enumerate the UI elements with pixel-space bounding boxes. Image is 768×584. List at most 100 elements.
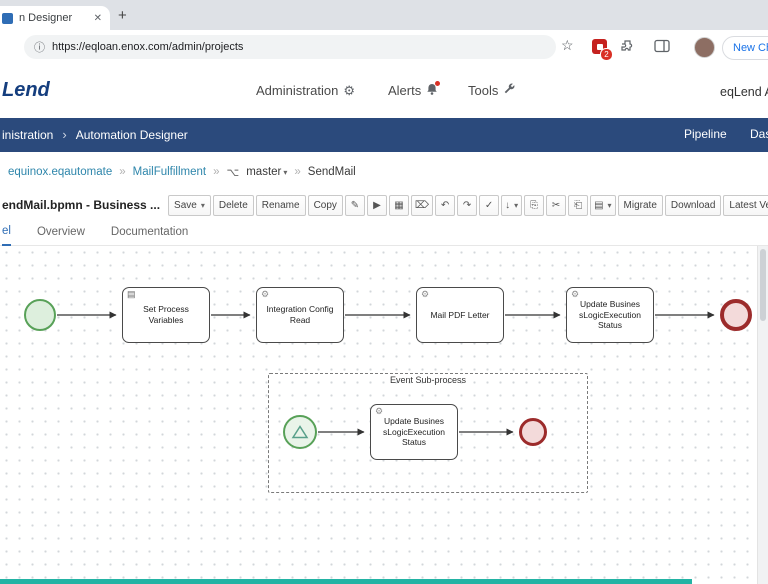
browser-tab[interactable]: n Designer ✕ <box>0 6 110 30</box>
tab-favicon-icon <box>2 12 13 24</box>
git-branch-icon: ⌥ <box>226 166 240 179</box>
profile-avatar[interactable] <box>694 37 715 58</box>
run-icon-button[interactable]: ▶ <box>366 194 387 216</box>
download-button[interactable]: Download <box>664 194 722 216</box>
menu-alerts-label: Alerts <box>388 83 422 98</box>
service-task-gear-icon: ⚙ <box>261 289 270 299</box>
bookmark-star-icon[interactable]: ☆ <box>561 38 574 52</box>
latest-version-dropdown[interactable]: Latest Version▾ <box>723 194 768 216</box>
menu-alerts[interactable]: Alerts <box>388 81 441 98</box>
tab-close-icon[interactable]: ✕ <box>86 13 110 24</box>
latest-version-label: Latest Version <box>729 199 768 211</box>
chevron-right-icon: › <box>62 127 67 142</box>
gear-icon: ⚙ <box>343 83 356 98</box>
trash-icon-button[interactable]: ⌦ <box>410 194 434 216</box>
grid-icon-button[interactable]: ▦ <box>388 194 409 216</box>
save-button[interactable]: Save ▾ <box>168 194 211 216</box>
cut-icon-button[interactable]: ✂ <box>546 194 567 216</box>
bell-icon <box>426 81 441 98</box>
site-info-icon[interactable]: ⓘ <box>34 39 45 55</box>
task-label: Set Process Variables <box>143 304 189 325</box>
new-tab-button[interactable]: + <box>118 7 127 24</box>
export-icon-button[interactable]: ↓ ▾ <box>501 194 523 216</box>
address-bar[interactable]: ⓘ https://eqloan.enox.com/admin/projects <box>24 35 556 59</box>
tab-model[interactable]: el <box>2 225 11 246</box>
menu-tools-label: Tools <box>468 83 499 98</box>
url-text: https://eqloan.enox.com/admin/projects <box>52 41 244 53</box>
copy-button[interactable]: Copy <box>307 194 343 216</box>
menu-administration-label: Administration <box>256 83 339 98</box>
chevron-down-icon: ▾ <box>607 200 612 210</box>
task-label: Update Busines sLogicExecution Status <box>383 416 445 448</box>
validate-icon-button[interactable]: ✓ <box>479 194 500 216</box>
nav-item-pipeline[interactable]: Pipeline <box>684 127 727 141</box>
menu-administration[interactable]: Administration ⚙ <box>256 83 355 98</box>
app-header: Lend Administration ⚙ Alerts Tools eqLen… <box>0 64 768 118</box>
redo-icon-button[interactable]: ↷ <box>457 194 478 216</box>
subprocess-end-event[interactable] <box>519 418 547 446</box>
end-event[interactable] <box>720 299 752 331</box>
breadcrumb-folder[interactable]: MailFulfillment <box>133 166 207 178</box>
chevron-down-icon: ▾ <box>283 168 288 177</box>
subprocess-start-event[interactable] <box>283 415 317 449</box>
service-task-gear-icon: ⚙ <box>571 289 580 299</box>
migrate-button[interactable]: Migrate <box>617 194 663 216</box>
extensions-puzzle-icon[interactable] <box>620 39 635 54</box>
vertical-scrollbar-thumb[interactable] <box>760 249 766 321</box>
sidebar-panel-icon[interactable] <box>654 39 670 53</box>
menu-tools[interactable]: Tools <box>468 83 516 98</box>
project-breadcrumb: equinox.eqautomate » MailFulfillment » ⌥… <box>0 152 768 192</box>
chevron-down-icon: ▾ <box>200 200 205 210</box>
task-label: Mail PDF Letter <box>430 309 490 320</box>
header-right-text: eqLend A <box>720 85 768 99</box>
breadcrumb-separator: » <box>119 166 126 178</box>
bpmn-canvas[interactable]: ▤ Set Process Variables ⚙ Integration Co… <box>0 246 758 584</box>
edit-icon-button[interactable]: ✎ <box>344 194 365 216</box>
document-title: endMail.bpmn - Business ... <box>2 198 161 212</box>
tab-documentation[interactable]: Documentation <box>111 226 188 245</box>
undo-icon-button[interactable]: ↶ <box>435 194 456 216</box>
delete-button[interactable]: Delete <box>212 194 254 216</box>
subprocess-label: Event Sub-process <box>389 375 467 385</box>
start-event[interactable] <box>24 299 56 331</box>
designer-toolbar: endMail.bpmn - Business ... Save ▾ Delete… <box>0 192 768 218</box>
save-label: Save <box>174 199 197 211</box>
task-set-process-variables[interactable]: ▤ Set Process Variables <box>122 287 210 343</box>
task-label: Update Busines sLogicExecution Status <box>579 299 641 331</box>
nav-crumb-administration[interactable]: inistration <box>2 128 53 142</box>
list-icon-button[interactable]: ▤ ▾ <box>590 194 616 216</box>
vertical-scrollbar[interactable] <box>757 246 768 584</box>
breadcrumb-file: SendMail <box>307 166 356 178</box>
task-integration-config-read[interactable]: ⚙ Integration Config Read <box>256 287 344 343</box>
nav-item-dashboard[interactable]: Das <box>750 127 768 141</box>
branch-selector[interactable]: master ▾ <box>246 166 287 178</box>
nav-crumb-automation-designer[interactable]: Automation Designer <box>76 128 188 142</box>
browser-tab-strip: n Designer ✕ + <box>0 0 768 30</box>
new-chrome-button[interactable]: New Chro <box>722 36 768 60</box>
chevron-down-icon: ▾ <box>514 200 519 210</box>
paste-icon-button[interactable]: ⎗ <box>568 194 589 216</box>
signal-triangle-icon <box>291 425 309 439</box>
subprocess-task-update-business-logic-status[interactable]: ⚙ Update Busines sLogicExecution Status <box>370 404 458 460</box>
browser-window: n Designer ✕ + ⓘ https://eqloan.enox.com… <box>0 0 768 584</box>
tab-overview[interactable]: Overview <box>37 226 85 245</box>
extension-badge: 2 <box>600 48 613 61</box>
tab-title: n Designer <box>19 12 73 24</box>
wrench-icon <box>503 83 516 98</box>
breadcrumb-separator: » <box>213 166 220 178</box>
app-logo[interactable]: Lend <box>2 79 50 102</box>
admin-nav-bar: inistration › Automation Designer Pipeli… <box>0 118 768 152</box>
breadcrumb-project[interactable]: equinox.eqautomate <box>8 166 112 178</box>
task-label: Integration Config Read <box>266 304 334 325</box>
browser-address-row: ⓘ https://eqloan.enox.com/admin/projects… <box>0 30 768 65</box>
list-icon: ▤ <box>594 199 604 211</box>
view-tabs: el Overview Documentation <box>0 218 768 246</box>
download-arrow-icon: ↓ <box>505 199 511 211</box>
task-mail-pdf-letter[interactable]: ⚙ Mail PDF Letter <box>416 287 504 343</box>
breadcrumb-separator: » <box>294 166 301 178</box>
task-update-business-logic-status[interactable]: ⚙ Update Busines sLogicExecution Status <box>566 287 654 343</box>
duplicate-icon-button[interactable]: ⎘ <box>524 194 545 216</box>
rename-button[interactable]: Rename <box>255 194 306 216</box>
footer-accent-bar <box>0 579 692 584</box>
service-task-gear-icon: ⚙ <box>375 406 384 416</box>
